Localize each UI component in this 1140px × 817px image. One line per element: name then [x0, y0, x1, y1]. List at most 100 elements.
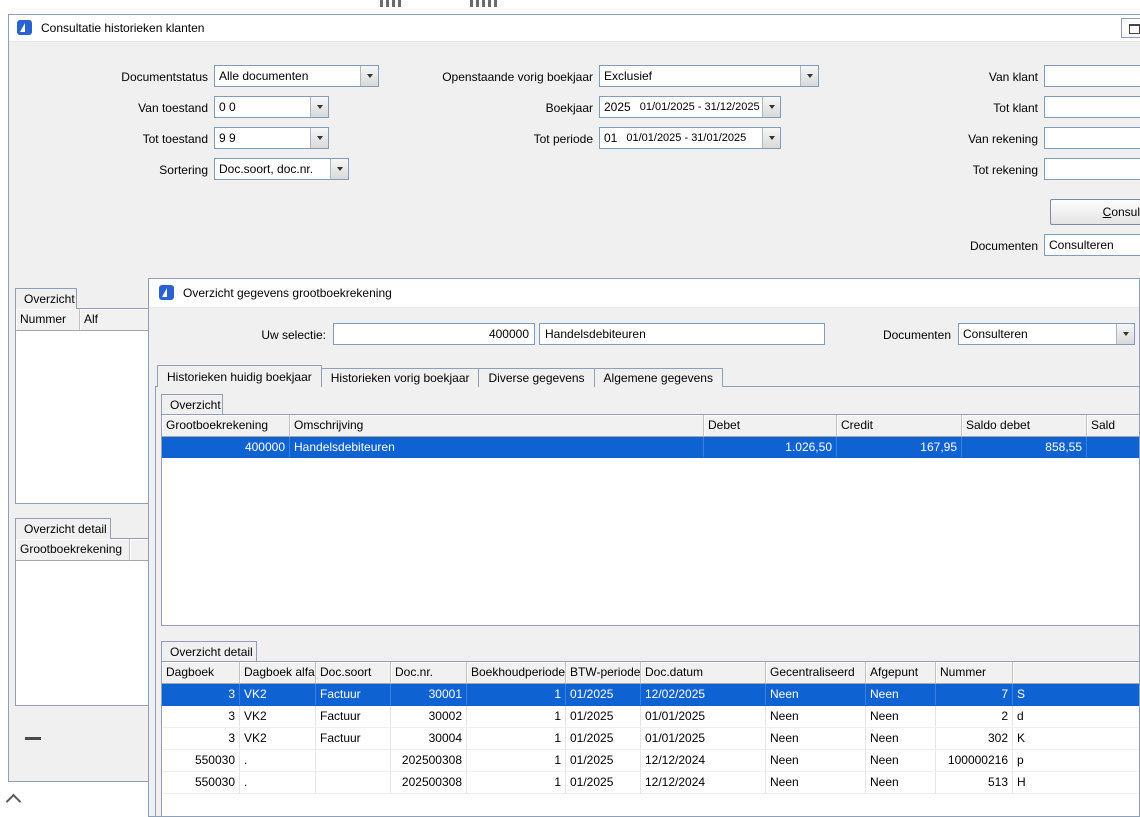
documentstatus-label: Documentstatus — [48, 69, 208, 85]
cell: 01/01/2025 — [641, 728, 766, 749]
cell: 01/2025 — [566, 772, 641, 793]
col-doc-datum[interactable]: Doc.datum — [641, 662, 766, 684]
tot-klant-label: Tot klant — [918, 100, 1038, 116]
tab-overzicht-detail[interactable]: Overzicht detail — [161, 641, 257, 662]
openstaande-select[interactable]: Exclusief — [599, 65, 819, 87]
col-doc-nr[interactable]: Doc.nr. — [391, 662, 467, 684]
cell: 12/12/2024 — [641, 750, 766, 771]
chevron-down-icon — [1116, 324, 1134, 344]
cell: Neen — [866, 772, 936, 793]
tot-rekening-input[interactable] — [1044, 158, 1140, 180]
cell: . — [240, 750, 316, 771]
table-row[interactable]: 550030 . 202500308 1 01/2025 12/12/2024 … — [162, 750, 1140, 772]
cell: 2 — [936, 706, 1013, 727]
window-titlebar[interactable]: Consultatie historieken klanten — [9, 15, 1140, 42]
col-credit[interactable]: Credit — [837, 415, 962, 437]
table-row[interactable]: 3 VK2 Factuur 30001 1 01/2025 12/02/2025… — [162, 684, 1140, 706]
cell: 202500308 — [391, 750, 467, 771]
cell: 1 — [467, 684, 566, 705]
col-extra[interactable] — [1013, 662, 1140, 684]
tab-overzicht[interactable]: Overzicht — [161, 394, 223, 415]
window-titlebar[interactable]: Overzicht gegevens grootboekrekening — [149, 279, 1139, 308]
sortering-select[interactable]: Doc.soort, doc.nr. — [214, 158, 349, 180]
tab-historieken-vorig-boekjaar[interactable]: Historieken vorig boekjaar — [321, 368, 480, 387]
van-toestand-select[interactable]: 0 0 — [214, 96, 329, 118]
documenten-select[interactable]: Consulteren — [1044, 234, 1140, 256]
col-saldo-credit[interactable]: Sald — [1087, 415, 1140, 437]
table-row[interactable]: 400000 Handelsdebiteuren 1.026,50 167,95… — [162, 437, 1140, 458]
tab-algemene-gegevens[interactable]: Algemene gegevens — [594, 368, 723, 387]
cell: 1 — [467, 750, 566, 771]
col-dagboek-alfa[interactable]: Dagboek alfa — [240, 662, 316, 684]
col-grootboekrekening[interactable]: Grootboekrekening — [162, 415, 290, 437]
tab-historieken-huidig-boekjaar[interactable]: Historieken huidig boekjaar — [157, 365, 322, 387]
cell: Neen — [866, 728, 936, 749]
cell: . — [240, 772, 316, 793]
cell — [1087, 437, 1140, 457]
col-dagboek[interactable]: Dagboek — [162, 662, 240, 684]
documentstatus-select[interactable]: Alle documenten — [214, 65, 379, 87]
cell: Neen — [766, 750, 866, 771]
documenten-value: Consulteren — [1045, 238, 1140, 252]
tab-overzicht[interactable]: Overzicht — [15, 288, 77, 309]
van-toestand-value: 0 0 — [215, 100, 310, 114]
col-saldo-debet[interactable]: Saldo debet — [962, 415, 1087, 437]
window-title: Consultatie historieken klanten — [41, 20, 204, 36]
detail-table: Dagboek Dagboek alfa Doc.soort Doc.nr. B… — [161, 661, 1140, 817]
cell: Neen — [766, 684, 866, 705]
tot-periode-select[interactable]: 01 01/01/2025 - 31/01/2025 — [599, 127, 781, 149]
col-doc-soort[interactable]: Doc.soort — [316, 662, 391, 684]
cell: 3 — [162, 728, 240, 749]
van-rekening-label: Van rekening — [918, 131, 1038, 147]
col-grootboekrekening[interactable]: Grootboekrekening — [16, 539, 130, 561]
col-omschrijving[interactable]: Omschrijving — [290, 415, 704, 437]
documenten-value: Consulteren — [959, 327, 1116, 341]
col-debet[interactable]: Debet — [704, 415, 837, 437]
consulteren-button[interactable]: Consulteren — [1050, 199, 1140, 225]
cell — [316, 772, 391, 793]
cell: 513 — [936, 772, 1013, 793]
col-btw-periode[interactable]: BTW-periode — [566, 662, 641, 684]
tab-diverse-gegevens[interactable]: Diverse gegevens — [478, 368, 594, 387]
window-control-button[interactable] — [1121, 18, 1140, 38]
cell: 01/2025 — [566, 750, 641, 771]
cell: Handelsdebiteuren — [290, 437, 704, 457]
documenten-label: Documenten — [851, 327, 951, 343]
tot-rekening-label: Tot rekening — [918, 162, 1038, 178]
tot-toestand-select[interactable]: 9 9 — [214, 127, 329, 149]
tab-overzicht-detail[interactable]: Overzicht detail — [15, 518, 111, 539]
van-klant-input[interactable] — [1044, 65, 1140, 87]
tot-toestand-value: 9 9 — [215, 131, 310, 145]
splitter-handle[interactable] — [25, 737, 41, 740]
chevron-down-icon — [800, 66, 818, 86]
table-row[interactable]: 3 VK2 Factuur 30004 1 01/2025 01/01/2025… — [162, 728, 1140, 750]
chevron-down-icon — [310, 97, 328, 117]
cell: H — [1013, 772, 1140, 793]
col-nummer[interactable]: Nummer — [936, 662, 1013, 684]
cell: 400000 — [162, 437, 290, 457]
table-row[interactable]: 550030 . 202500308 1 01/2025 12/12/2024 … — [162, 772, 1140, 794]
collapse-chevron-icon[interactable] — [6, 792, 22, 808]
cell: 302 — [936, 728, 1013, 749]
documenten-select[interactable]: Consulteren — [958, 323, 1135, 345]
boekjaar-select[interactable]: 2025 01/01/2025 - 31/12/2025 — [599, 96, 781, 118]
cell: 01/2025 — [566, 728, 641, 749]
grootboek-table: Grootboekrekening Omschrijving Debet Cre… — [161, 414, 1140, 626]
cell: 1 — [467, 772, 566, 793]
cell: VK2 — [240, 706, 316, 727]
col-nummer[interactable]: Nummer — [16, 309, 80, 331]
col-boekhoudperiode[interactable]: Boekhoudperiode — [467, 662, 566, 684]
selectie-code-input[interactable]: 400000 — [333, 323, 535, 345]
cell: S — [1013, 684, 1140, 705]
grootboek-table-header: Grootboekrekening Omschrijving Debet Cre… — [162, 415, 1140, 437]
cell: 1.026,50 — [704, 437, 837, 457]
cell: 30004 — [391, 728, 467, 749]
selectie-naam-input[interactable]: Handelsdebiteuren — [539, 323, 825, 345]
col-afgepunt[interactable]: Afgepunt — [866, 662, 936, 684]
van-rekening-input[interactable] — [1044, 127, 1140, 149]
tot-klant-input[interactable] — [1044, 96, 1140, 118]
table-row[interactable]: 3 VK2 Factuur 30002 1 01/2025 01/01/2025… — [162, 706, 1140, 728]
cell: 12/12/2024 — [641, 772, 766, 793]
col-gecentraliseerd[interactable]: Gecentraliseerd — [766, 662, 866, 684]
cell: 550030 — [162, 750, 240, 771]
